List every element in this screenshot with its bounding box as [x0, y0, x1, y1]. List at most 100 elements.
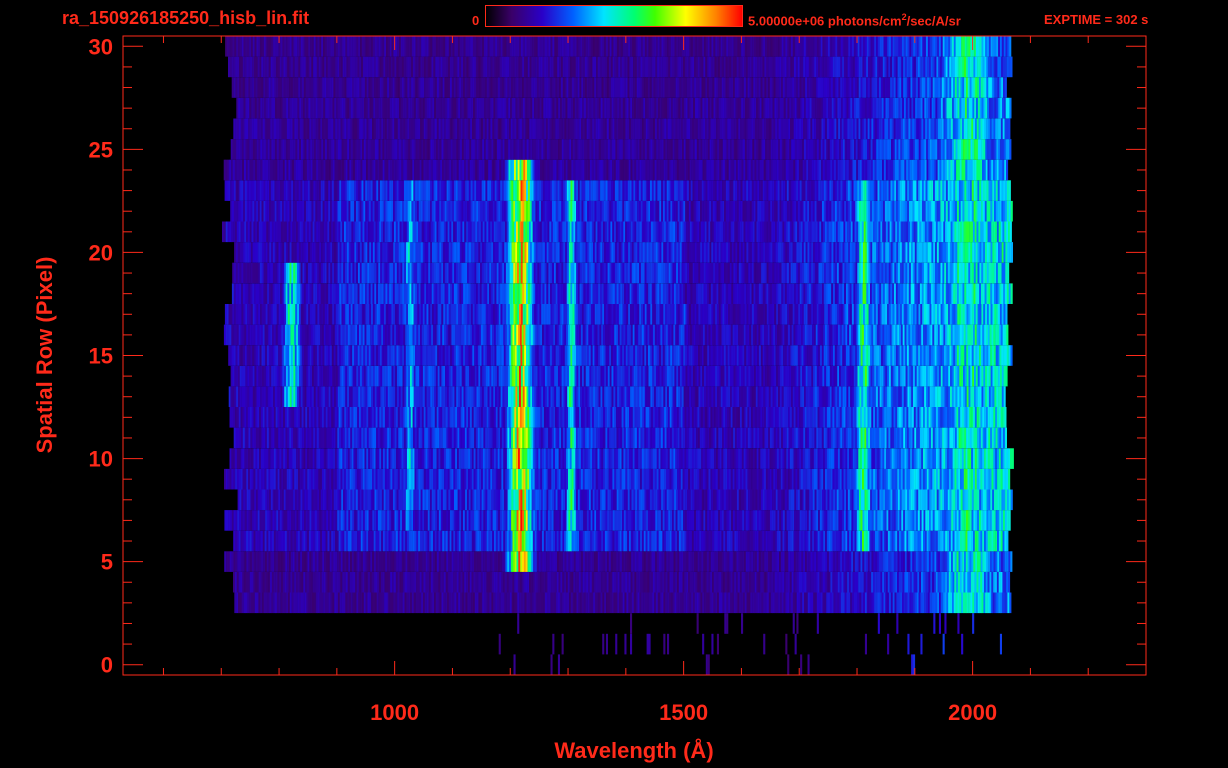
- heatmap-cell: [514, 427, 517, 449]
- heatmap-cell: [627, 427, 630, 449]
- heatmap-cell: [753, 510, 756, 531]
- heatmap-cell: [988, 489, 991, 511]
- heatmap-cell: [372, 551, 375, 572]
- heatmap-cell: [399, 407, 402, 428]
- heatmap-cell: [687, 592, 690, 614]
- heatmap-cell: [398, 489, 401, 511]
- heatmap-cell: [445, 365, 448, 387]
- heatmap-cell: [263, 386, 266, 407]
- heatmap-cell: [446, 427, 449, 449]
- heatmap-cell: [593, 386, 596, 407]
- heatmap-cell: [917, 468, 920, 490]
- heatmap-cell: [967, 407, 970, 428]
- heatmap-cell: [710, 510, 713, 531]
- heatmap-cell: [684, 551, 687, 572]
- heatmap-cell: [638, 448, 641, 469]
- heatmap-cell: [964, 551, 967, 572]
- heatmap-cell: [779, 510, 782, 531]
- heatmap-cell: [812, 510, 815, 531]
- heatmap-cell: [574, 489, 577, 511]
- heatmap-cell: [819, 551, 822, 572]
- heatmap-cell: [804, 530, 807, 552]
- heatmap-cell: [360, 386, 363, 407]
- heatmap-cell: [684, 468, 687, 490]
- heatmap-cell: [900, 386, 903, 407]
- heatmap-cell: [717, 407, 720, 428]
- heatmap-cell: [605, 633, 608, 655]
- heatmap-cell: [623, 571, 626, 593]
- heatmap-cell: [262, 386, 265, 407]
- heatmap-cell: [425, 468, 428, 490]
- heatmap-cell: [719, 571, 722, 593]
- heatmap-cell: [960, 407, 963, 428]
- heatmap-cell: [747, 427, 750, 449]
- heatmap-cell: [855, 427, 858, 449]
- heatmap-cell: [517, 365, 520, 387]
- heatmap-cell: [285, 530, 288, 552]
- heatmap-cell: [284, 365, 287, 387]
- heatmap-cell: [585, 365, 588, 387]
- heatmap-cell: [868, 489, 871, 511]
- heatmap-cell: [764, 489, 767, 511]
- heatmap-cell: [729, 365, 732, 387]
- heatmap-cell: [712, 571, 715, 593]
- heatmap-cell: [770, 386, 773, 407]
- heatmap-cell: [515, 489, 518, 511]
- heatmap-cell: [361, 489, 364, 511]
- heatmap-cell: [950, 592, 953, 614]
- heatmap-cell: [559, 386, 562, 407]
- heatmap-cell: [891, 407, 894, 428]
- heatmap-cell: [607, 365, 610, 387]
- heatmap-cell: [817, 571, 820, 593]
- heatmap-cell: [344, 551, 347, 572]
- heatmap-cell: [843, 468, 846, 490]
- heatmap-cell: [886, 407, 889, 428]
- heatmap-cell: [812, 448, 815, 469]
- heatmap-cell: [773, 407, 776, 428]
- heatmap-cell: [675, 407, 678, 428]
- heatmap-cell: [472, 592, 475, 614]
- heatmap-cell: [225, 468, 228, 490]
- heatmap-cell: [783, 427, 786, 449]
- heatmap-cell: [625, 510, 628, 531]
- heatmap-cell: [698, 489, 701, 511]
- heatmap-cell: [490, 407, 493, 428]
- heatmap-cell: [969, 468, 972, 490]
- heatmap-cell: [733, 427, 736, 449]
- heatmap-cell: [564, 427, 567, 449]
- heatmap-cell: [746, 365, 749, 387]
- heatmap-cell: [955, 592, 958, 614]
- heatmap-cell: [781, 510, 784, 531]
- heatmap-cell: [725, 448, 728, 469]
- heatmap-cell: [234, 365, 237, 387]
- heatmap-cell: [608, 448, 611, 469]
- heatmap-cell: [366, 427, 369, 449]
- heatmap-cell: [706, 571, 709, 593]
- heatmap-cell: [405, 510, 408, 531]
- heatmap-cell: [918, 386, 921, 407]
- heatmap-cell: [358, 592, 361, 614]
- heatmap-cell: [638, 510, 641, 531]
- heatmap-cell: [316, 530, 319, 552]
- heatmap-cell: [588, 468, 591, 490]
- heatmap-cell: [711, 489, 714, 511]
- heatmap-cell: [476, 592, 479, 614]
- heatmap-cell: [928, 448, 931, 469]
- heatmap-cell: [572, 365, 575, 387]
- heatmap-cell: [678, 407, 681, 428]
- heatmap-cell: [997, 510, 1000, 531]
- heatmap-cell: [368, 407, 371, 428]
- heatmap-cell: [689, 365, 692, 387]
- heatmap-cell: [853, 386, 856, 407]
- heatmap-cell: [776, 571, 779, 593]
- heatmap-cell: [949, 510, 952, 531]
- heatmap-cell: [933, 613, 936, 634]
- heatmap-cell: [895, 551, 898, 572]
- heatmap-cell: [815, 448, 818, 469]
- heatmap-cell: [820, 386, 823, 407]
- heatmap-cell: [243, 489, 246, 511]
- heatmap-cell: [277, 407, 280, 428]
- heatmap-cell: [748, 592, 751, 614]
- heatmap-cell: [224, 510, 227, 531]
- heatmap-cell: [536, 448, 539, 469]
